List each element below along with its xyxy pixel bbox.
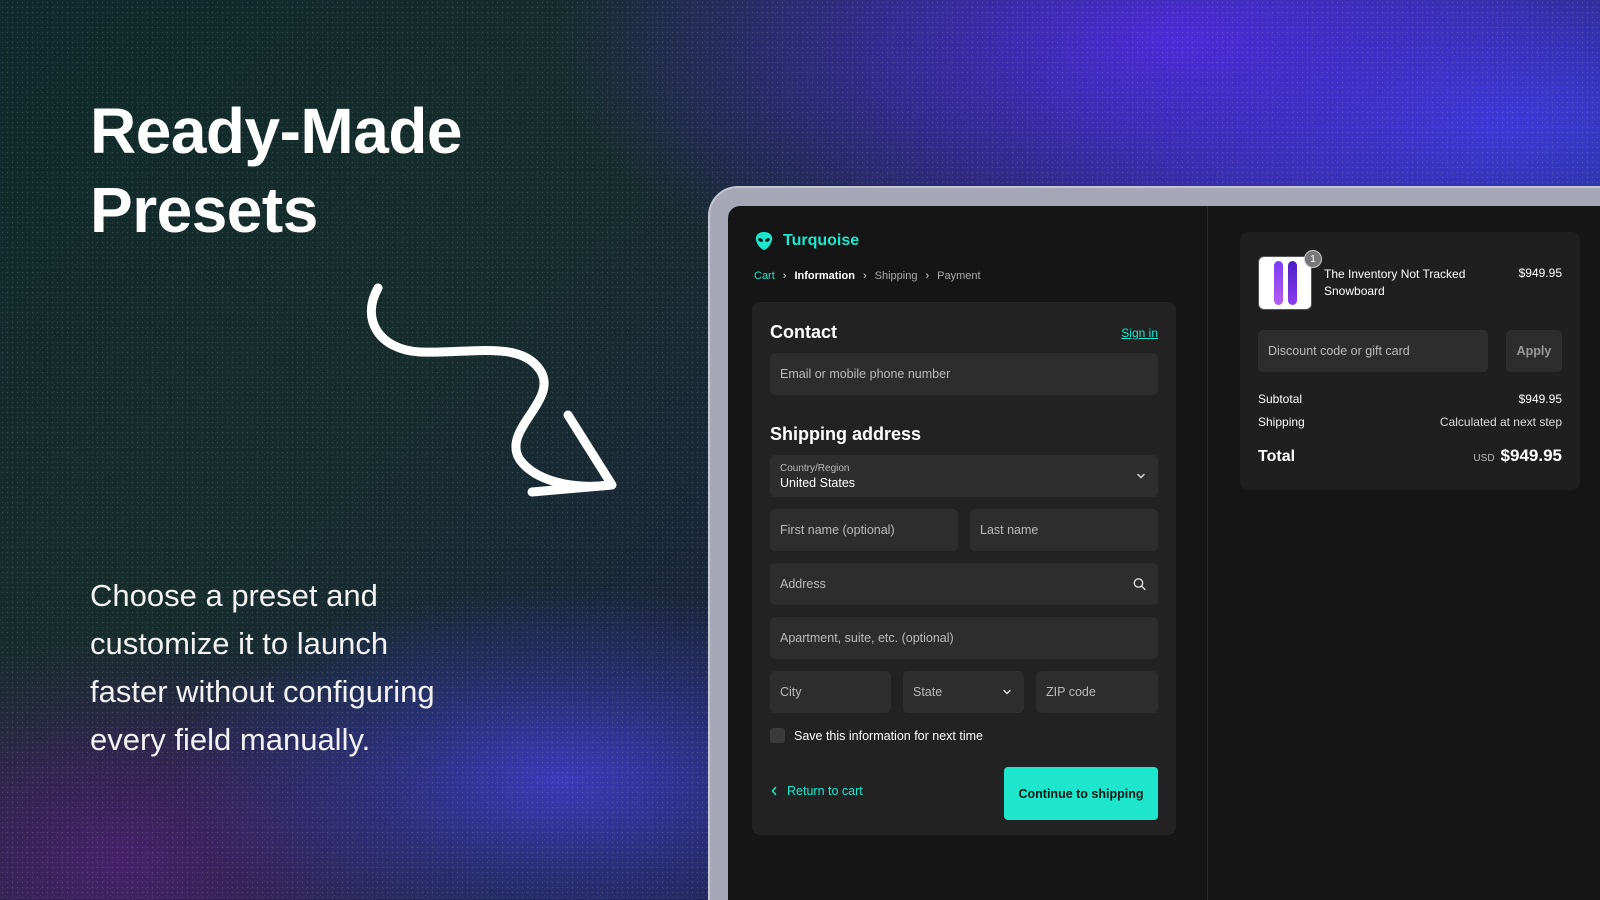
product-price: $949.95 (1518, 266, 1562, 280)
column-divider (1207, 206, 1208, 900)
breadcrumb-payment: Payment (937, 270, 981, 282)
quantity-badge: 1 (1304, 250, 1322, 268)
zip-placeholder: ZIP code (1046, 685, 1096, 699)
last-name-placeholder: Last name (980, 523, 1039, 537)
total-value-group: USD $949.95 (1473, 446, 1562, 466)
return-to-cart-link[interactable]: Return to cart (770, 784, 863, 798)
breadcrumb-information: Information (794, 270, 855, 282)
breadcrumb: Cart › Information › Shipping › Payment (754, 270, 981, 282)
product-thumbnail (1258, 256, 1312, 310)
country-value: United States (780, 475, 856, 490)
save-info-row: Save this information for next time (770, 728, 983, 743)
product-name: The Inventory Not Tracked Snowboard (1324, 267, 1466, 298)
city-placeholder: City (780, 685, 802, 699)
shipping-address-title: Shipping address (770, 424, 922, 444)
device-frame: Turquoise Cart › Information › Shipping … (708, 186, 1600, 900)
apartment-placeholder: Apartment, suite, etc. (optional) (780, 631, 954, 645)
currency-code: USD (1473, 453, 1495, 464)
total-amount: $949.95 (1500, 446, 1562, 465)
save-info-label: Save this information for next time (794, 728, 983, 743)
brand[interactable]: Turquoise (754, 231, 859, 251)
address-placeholder: Address (780, 577, 826, 591)
subtotal-value: $949.95 (1518, 392, 1562, 406)
save-info-checkbox[interactable] (770, 728, 785, 743)
hero-title: Ready-Made Presets (90, 92, 610, 250)
zip-field[interactable]: ZIP code (1036, 671, 1158, 713)
country-select[interactable]: Country/Region United States (770, 455, 1158, 497)
apartment-field[interactable]: Apartment, suite, etc. (optional) (770, 617, 1158, 659)
chevron-down-icon (1003, 689, 1011, 695)
chevron-right-icon: › (925, 270, 930, 282)
state-placeholder: State (913, 685, 943, 699)
shipping-label: Shipping (1258, 415, 1305, 429)
email-placeholder: Email or mobile phone number (780, 367, 951, 381)
hero-title-line-2: Presets (90, 174, 318, 246)
breadcrumb-shipping: Shipping (874, 270, 918, 282)
hero-description: Choose a preset and customize it to laun… (90, 578, 435, 757)
chevron-right-icon: › (782, 270, 787, 282)
snowboard-image (1273, 261, 1283, 305)
checkout-form: Contact Sign in Email or mobile phone nu… (752, 302, 1176, 835)
address-field[interactable]: Address (770, 563, 1158, 605)
chevron-right-icon: › (862, 270, 867, 282)
state-select[interactable]: State (903, 671, 1024, 713)
continue-to-shipping-button[interactable]: Continue to shipping (1004, 767, 1158, 820)
total-row: Total USD $949.95 (1258, 446, 1562, 466)
first-name-placeholder: First name (optional) (780, 523, 895, 537)
snowboard-image (1287, 261, 1297, 305)
brand-name: Turquoise (783, 232, 860, 249)
chevron-down-icon (1137, 473, 1145, 479)
country-label: Country/Region (780, 462, 850, 474)
first-name-field[interactable]: First name (optional) (770, 509, 958, 551)
search-icon (1133, 578, 1146, 591)
discount-code-input[interactable]: Discount code or gift card (1258, 330, 1488, 372)
contact-title: Contact (770, 322, 837, 342)
chevron-left-icon (771, 786, 777, 796)
shipping-value: Calculated at next step (1439, 415, 1562, 429)
shipping-row: Shipping Calculated at next step (1258, 415, 1562, 429)
alien-logo-icon (755, 232, 773, 250)
city-field[interactable]: City (770, 671, 891, 713)
curved-arrow-icon (366, 283, 617, 497)
subtotal-row: Subtotal $949.95 (1258, 392, 1562, 406)
breadcrumb-cart[interactable]: Cart (754, 270, 775, 282)
checkout-main: Turquoise Cart › Information › Shipping … (728, 206, 1208, 900)
discount-placeholder: Discount code or gift card (1268, 344, 1410, 358)
email-field[interactable]: Email or mobile phone number (770, 353, 1158, 395)
last-name-field[interactable]: Last name (970, 509, 1158, 551)
apply-button[interactable]: Apply (1506, 330, 1562, 372)
total-label: Total (1258, 448, 1296, 465)
sign-in-link[interactable]: Sign in (1121, 326, 1158, 340)
return-to-cart-label: Return to cart (787, 784, 863, 798)
checkout-screen: Turquoise Cart › Information › Shipping … (728, 206, 1600, 900)
hero-title-line-1: Ready-Made (90, 95, 463, 167)
subtotal-label: Subtotal (1258, 392, 1303, 406)
order-summary: 1 The Inventory Not Tracked Snowboard $9… (1240, 232, 1580, 490)
